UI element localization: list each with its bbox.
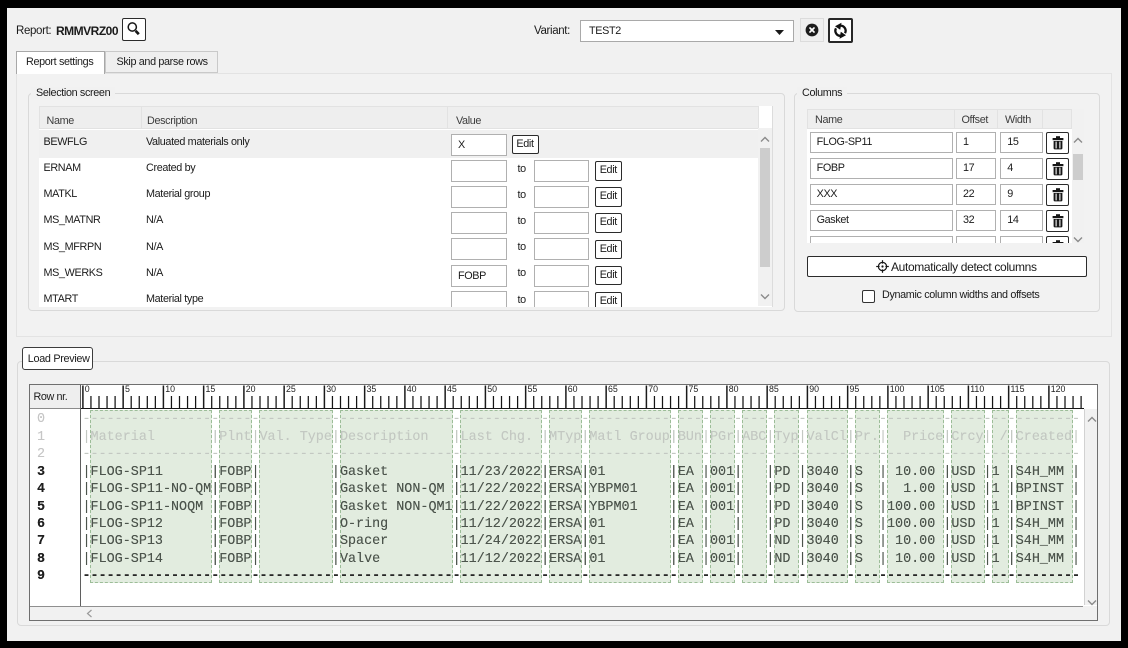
svg-text:45: 45 xyxy=(447,384,457,394)
svg-text:75: 75 xyxy=(688,384,698,394)
svg-text:80: 80 xyxy=(728,384,738,394)
svg-text:25: 25 xyxy=(286,384,296,394)
svg-text:5: 5 xyxy=(125,384,130,394)
svg-text:110: 110 xyxy=(970,384,984,394)
svg-text:40: 40 xyxy=(406,384,416,394)
svg-text:60: 60 xyxy=(567,384,577,394)
svg-text:115: 115 xyxy=(1010,384,1024,394)
svg-text:30: 30 xyxy=(326,384,336,394)
svg-text:95: 95 xyxy=(849,384,859,394)
svg-text:15: 15 xyxy=(205,384,215,394)
svg-text:35: 35 xyxy=(366,384,376,394)
svg-text:0: 0 xyxy=(84,384,89,394)
svg-text:55: 55 xyxy=(527,384,537,394)
svg-text:70: 70 xyxy=(648,384,658,394)
svg-text:120: 120 xyxy=(1050,384,1065,394)
svg-text:65: 65 xyxy=(608,384,618,394)
svg-text:50: 50 xyxy=(487,384,497,394)
svg-text:10: 10 xyxy=(165,384,175,394)
svg-text:20: 20 xyxy=(245,384,255,394)
svg-text:90: 90 xyxy=(809,384,819,394)
svg-text:105: 105 xyxy=(930,384,945,394)
svg-text:85: 85 xyxy=(769,384,779,394)
svg-text:100: 100 xyxy=(889,384,904,394)
